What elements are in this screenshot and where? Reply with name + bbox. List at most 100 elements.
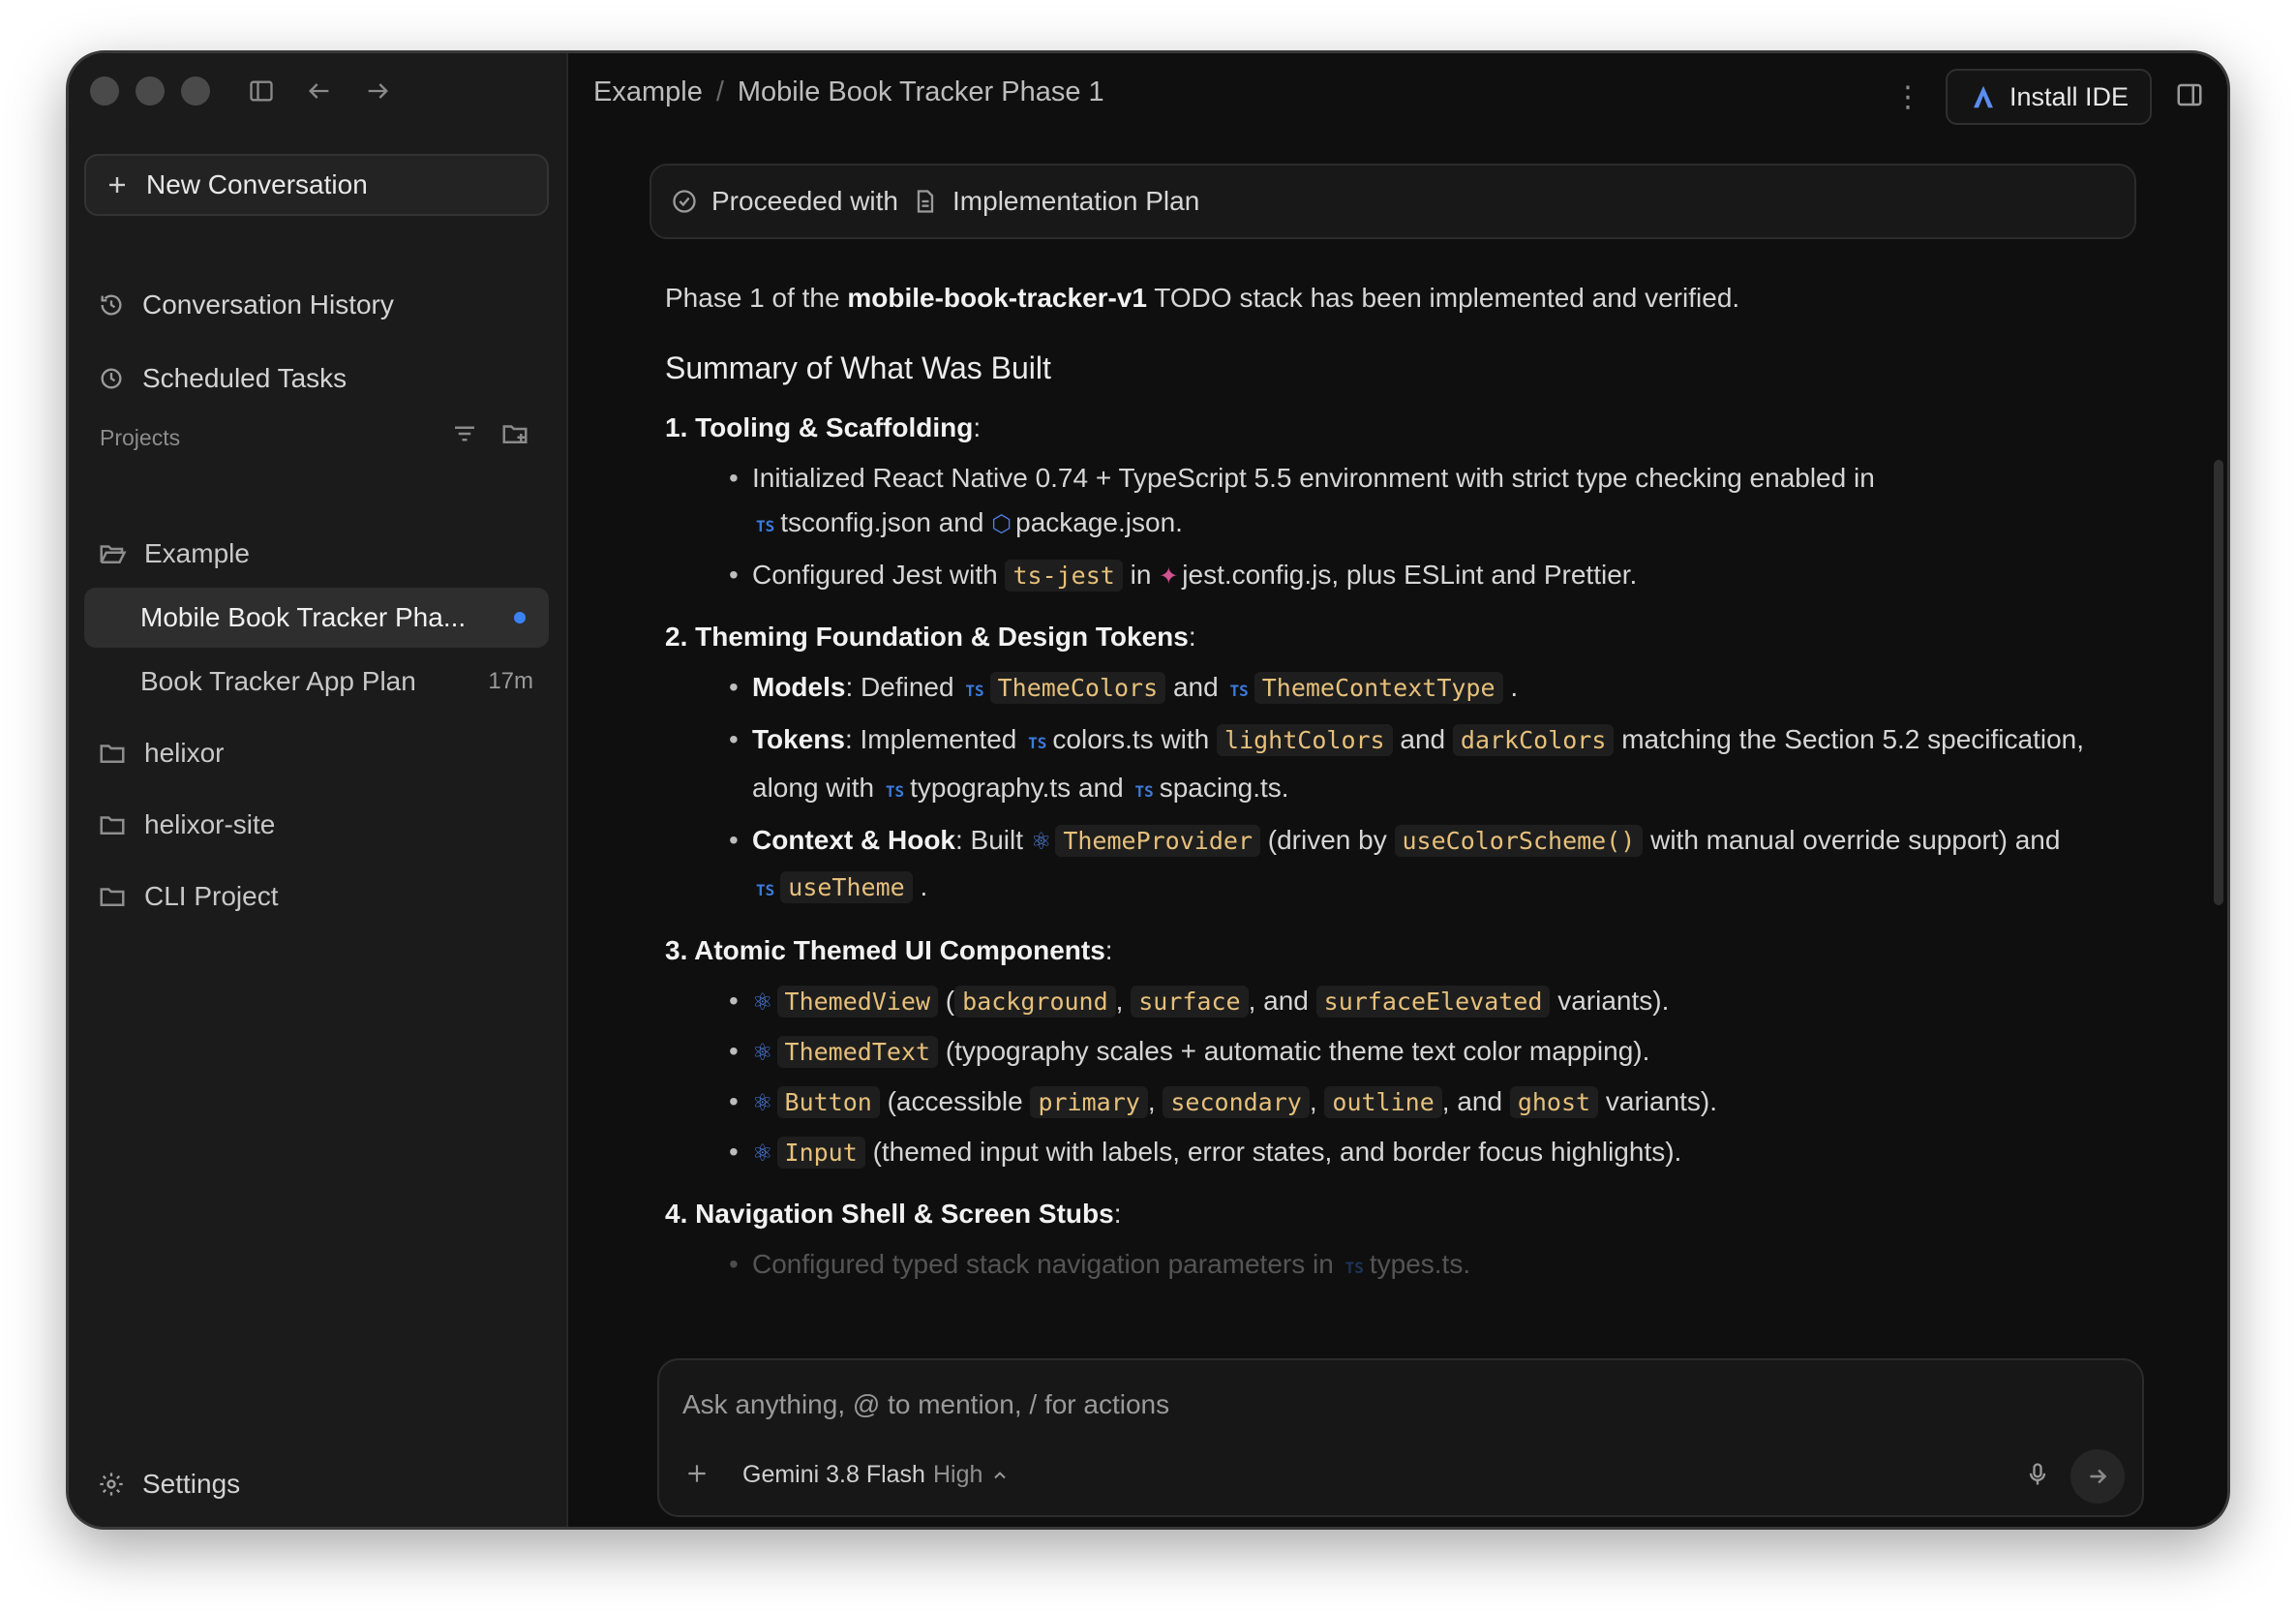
typescript-icon: TS [1229, 682, 1249, 700]
typescript-icon: TS [756, 881, 775, 899]
clock-icon [101, 368, 122, 389]
scrollbar[interactable] [2214, 460, 2223, 905]
app-window: New Conversation Conversation History Sc… [66, 50, 2230, 1530]
list-item: Context & Hook: Built ⚛ThemeProvider (dr… [729, 818, 2156, 913]
forward-arrow-icon[interactable] [361, 75, 394, 107]
file-link[interactable]: types.ts [1370, 1249, 1463, 1279]
add-attachment-icon[interactable] [684, 1461, 710, 1491]
section-title: 1. Tooling & Scaffolding [665, 412, 974, 442]
chevron-up-icon [994, 1471, 1007, 1478]
list-item: Configured typed stack navigation parame… [729, 1242, 2156, 1291]
react-icon: ⚛ [752, 1090, 773, 1116]
inline-code: ts-jest [1005, 560, 1123, 592]
implementation-plan-link[interactable]: Implementation Plan [952, 186, 1199, 217]
scheduled-tasks-label: Scheduled Tasks [142, 363, 347, 393]
breadcrumb-separator: / [715, 76, 724, 107]
settings-label: Settings [142, 1469, 241, 1499]
filter-icon[interactable] [450, 419, 479, 448]
time-ago: 17m [488, 668, 533, 694]
list-item: Models: Defined TS ThemeColors and TS Them… [729, 665, 2156, 714]
inline-code[interactable]: ThemeProvider [1055, 825, 1260, 857]
inline-code: lightColors [1217, 724, 1393, 756]
message-input[interactable]: Ask anything, @ to mention, / for action… [682, 1389, 1169, 1420]
conversation-mobile-book-tracker[interactable]: Mobile Book Tracker Pha... [84, 588, 549, 648]
file-link[interactable]: tsconfig.json [780, 507, 931, 537]
label: Models [752, 672, 846, 702]
toggle-sidebar-icon[interactable] [245, 75, 278, 107]
scheduled-tasks-item[interactable]: Scheduled Tasks [98, 363, 347, 394]
summary-heading: Summary of What Was Built [665, 350, 1051, 385]
inline-code[interactable]: ThemedText [776, 1036, 939, 1068]
more-options-icon[interactable]: ⋮ [1893, 80, 1922, 114]
typescript-icon: TS [756, 517, 775, 535]
proceeded-banner[interactable]: Proceeded with Implementation Plan [650, 164, 2136, 239]
text: with [1161, 724, 1210, 754]
send-button[interactable] [2070, 1449, 2125, 1504]
text: Initialized React Native 0.74 + TypeScri… [752, 463, 1875, 493]
list-item: Configured Jest with ts-jest in ✦jest.co… [729, 553, 2156, 599]
message-composer: Ask anything, @ to mention, / for action… [657, 1358, 2144, 1517]
project-helixor[interactable]: helixor [84, 723, 549, 783]
file-link[interactable]: package.json [1015, 507, 1175, 537]
inline-code[interactable]: Input [776, 1137, 865, 1169]
text: Configured typed stack navigation parame… [752, 1249, 1334, 1279]
nodejs-icon: ⬡ [991, 511, 1012, 537]
inline-code: primary [1030, 1086, 1148, 1118]
list-item: ⚛ThemedText (typography scales + automat… [729, 1029, 2156, 1076]
minimize-window-button[interactable] [136, 76, 165, 106]
typescript-icon: TS [1344, 1259, 1364, 1277]
inline-code[interactable]: ThemeContextType [1254, 672, 1503, 704]
toggle-panel-icon[interactable] [2175, 80, 2204, 114]
model-selector[interactable]: Gemini 3.8 Flash High [742, 1461, 1010, 1489]
project-cli-project[interactable]: CLI Project [84, 866, 549, 927]
close-window-button[interactable] [90, 76, 119, 106]
inline-code[interactable]: ThemeColors [989, 672, 1166, 704]
conversation-book-tracker-app-plan[interactable]: Book Tracker App Plan 17m [84, 652, 549, 712]
conversation-history-item[interactable]: Conversation History [98, 289, 394, 320]
file-link[interactable]: spacing.ts [1160, 773, 1282, 803]
section-navigation: 4. Navigation Shell & Screen Stubs: Conf… [665, 1192, 2156, 1291]
project-helixor-site[interactable]: helixor-site [84, 795, 549, 855]
install-ide-button[interactable]: Install IDE [1945, 69, 2152, 125]
text: (typography scales + automatic theme tex… [945, 1036, 1650, 1066]
inline-code[interactable]: useTheme [780, 871, 913, 903]
section-theming: 2. Theming Foundation & Design Tokens: M… [665, 615, 2156, 913]
conversation-name: Book Tracker App Plan [140, 666, 416, 696]
new-conversation-button[interactable]: New Conversation [84, 154, 549, 216]
text: with manual override support) and [1650, 825, 2061, 855]
ide-logo-icon [1973, 85, 1993, 108]
message-content: Phase 1 of the mobile-book-tracker-v1 TO… [665, 276, 2156, 1294]
typescript-icon: TS [1028, 734, 1047, 752]
inline-code[interactable]: Button [776, 1086, 880, 1118]
settings-item[interactable]: Settings [98, 1469, 240, 1500]
unread-dot [514, 612, 526, 623]
section-components: 3. Atomic Themed UI Components: ⚛ThemedV… [665, 928, 2156, 1176]
section-title: 4. Navigation Shell & Screen Stubs [665, 1199, 1114, 1229]
back-arrow-icon[interactable] [303, 75, 336, 107]
file-link[interactable]: colors.ts [1052, 724, 1153, 754]
text: TODO stack has been implemented and veri… [1154, 283, 1740, 313]
document-icon [917, 190, 934, 213]
inline-code[interactable]: ThemedView [776, 986, 939, 1018]
breadcrumb: Example / Mobile Book Tracker Phase 1 [593, 76, 1104, 108]
file-link[interactable]: typography.ts [910, 773, 1071, 803]
project-name: helixor [144, 738, 225, 768]
breadcrumb-project[interactable]: Example [593, 76, 703, 108]
sidebar: New Conversation Conversation History Sc… [69, 53, 568, 1527]
model-name: Gemini 3.8 Flash [742, 1461, 925, 1488]
text: and [938, 507, 984, 537]
label: Context & Hook [752, 825, 955, 855]
inline-code: outline [1324, 1086, 1442, 1118]
list-item: Initialized React Native 0.74 + TypeScri… [729, 456, 2156, 549]
file-link[interactable]: jest.config.js [1182, 560, 1331, 590]
list-item: ⚛ThemedView (background, surface, and su… [729, 979, 2156, 1025]
new-folder-icon[interactable] [500, 419, 529, 448]
react-icon: ⚛ [752, 1140, 773, 1167]
project-example[interactable]: Example [84, 524, 549, 584]
inline-code: darkColors [1452, 724, 1615, 756]
microphone-icon[interactable] [2024, 1461, 2051, 1493]
list-item: ⚛Input (themed input with labels, error … [729, 1130, 2156, 1176]
text: , plus ESLint and Prettier. [1331, 560, 1638, 590]
maximize-window-button[interactable] [181, 76, 210, 106]
arrow-right-icon [2090, 1469, 2107, 1484]
